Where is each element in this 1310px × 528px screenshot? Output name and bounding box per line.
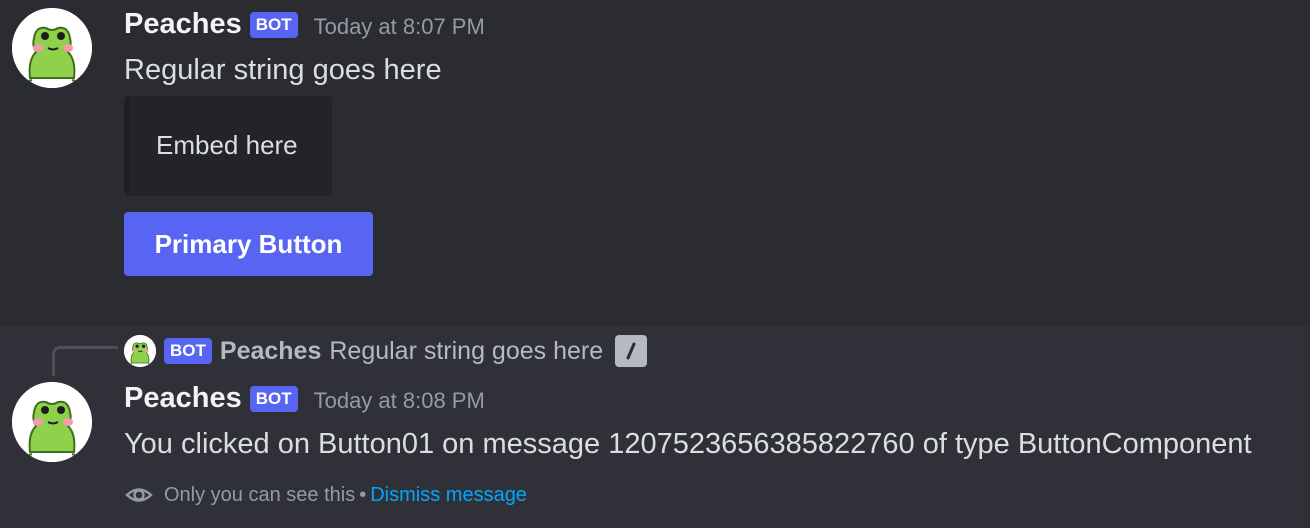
message-content: You clicked on Button01 on message 12075… bbox=[124, 428, 1252, 460]
separator-dot: • bbox=[359, 483, 367, 506]
reply-bot-tag: BOT bbox=[164, 338, 212, 364]
frog-avatar-icon bbox=[124, 335, 156, 367]
reply-spine bbox=[52, 346, 118, 376]
embed-text: Embed here bbox=[156, 130, 298, 160]
ephemeral-notice: Only you can see this • Dismiss message bbox=[124, 480, 527, 510]
frog-avatar-icon bbox=[12, 8, 92, 88]
reply-avatar[interactable] bbox=[124, 335, 156, 367]
avatar[interactable] bbox=[12, 8, 92, 88]
reply-preview[interactable]: BOT Peaches Regular string goes here bbox=[124, 334, 648, 368]
only-you-text: Only you can see this bbox=[164, 483, 356, 506]
message-content: Regular string goes here bbox=[124, 54, 442, 86]
embed: Embed here bbox=[124, 96, 332, 196]
bot-tag: BOT bbox=[249, 11, 298, 38]
reply-content[interactable]: Regular string goes here bbox=[329, 337, 603, 366]
message-header: Peaches BOT Today at 8:08 PM bbox=[124, 382, 485, 415]
username[interactable]: Peaches bbox=[124, 382, 242, 415]
primary-button[interactable]: Primary Button bbox=[124, 212, 373, 276]
slash-command-icon bbox=[615, 335, 648, 367]
timestamp[interactable]: Today at 8:08 PM bbox=[314, 388, 485, 414]
avatar[interactable] bbox=[12, 382, 92, 462]
eye-icon bbox=[125, 488, 153, 502]
bot-tag: BOT bbox=[249, 385, 298, 412]
message-header: Peaches BOT Today at 8:07 PM bbox=[124, 8, 485, 41]
dismiss-message-link[interactable]: Dismiss message bbox=[370, 484, 527, 507]
timestamp[interactable]: Today at 8:07 PM bbox=[314, 14, 485, 40]
username[interactable]: Peaches bbox=[124, 8, 242, 41]
message-1: Peaches BOT Today at 8:07 PM Regular str… bbox=[0, 0, 1310, 326]
reply-username[interactable]: Peaches bbox=[220, 337, 321, 366]
frog-avatar-icon bbox=[12, 382, 92, 462]
